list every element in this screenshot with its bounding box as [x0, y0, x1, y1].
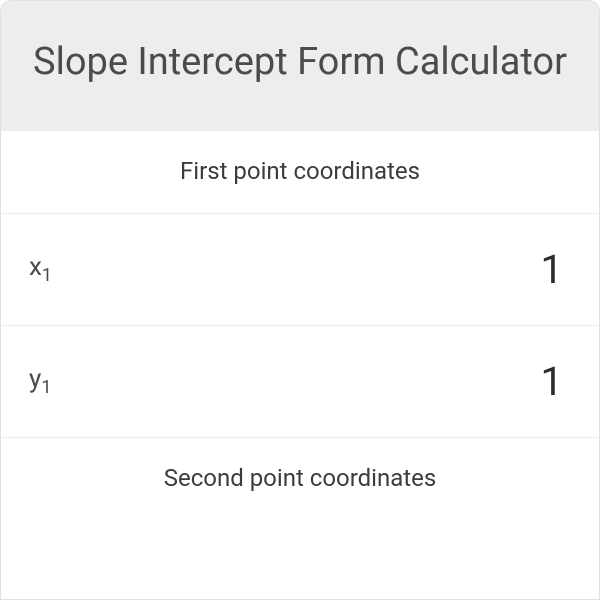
- y1-label-sub: 1: [41, 377, 51, 398]
- x1-label-sub: 1: [42, 265, 52, 286]
- y1-label-base: y: [29, 364, 41, 394]
- y1-input[interactable]: 1: [541, 358, 563, 405]
- x1-label: x1: [29, 252, 52, 286]
- first-point-heading: First point coordinates: [1, 131, 599, 214]
- calculator-header: Slope Intercept Form Calculator: [1, 1, 599, 131]
- x1-input[interactable]: 1: [541, 246, 563, 293]
- y1-field-row[interactable]: y1 1: [1, 326, 599, 438]
- calculator-title: Slope Intercept Form Calculator: [21, 39, 579, 87]
- y1-label: y1: [29, 364, 51, 398]
- x1-field-row[interactable]: x1 1: [1, 214, 599, 326]
- x1-label-base: x: [29, 252, 42, 282]
- calculator-card: Slope Intercept Form Calculator First po…: [0, 0, 600, 600]
- second-point-heading: Second point coordinates: [1, 438, 599, 492]
